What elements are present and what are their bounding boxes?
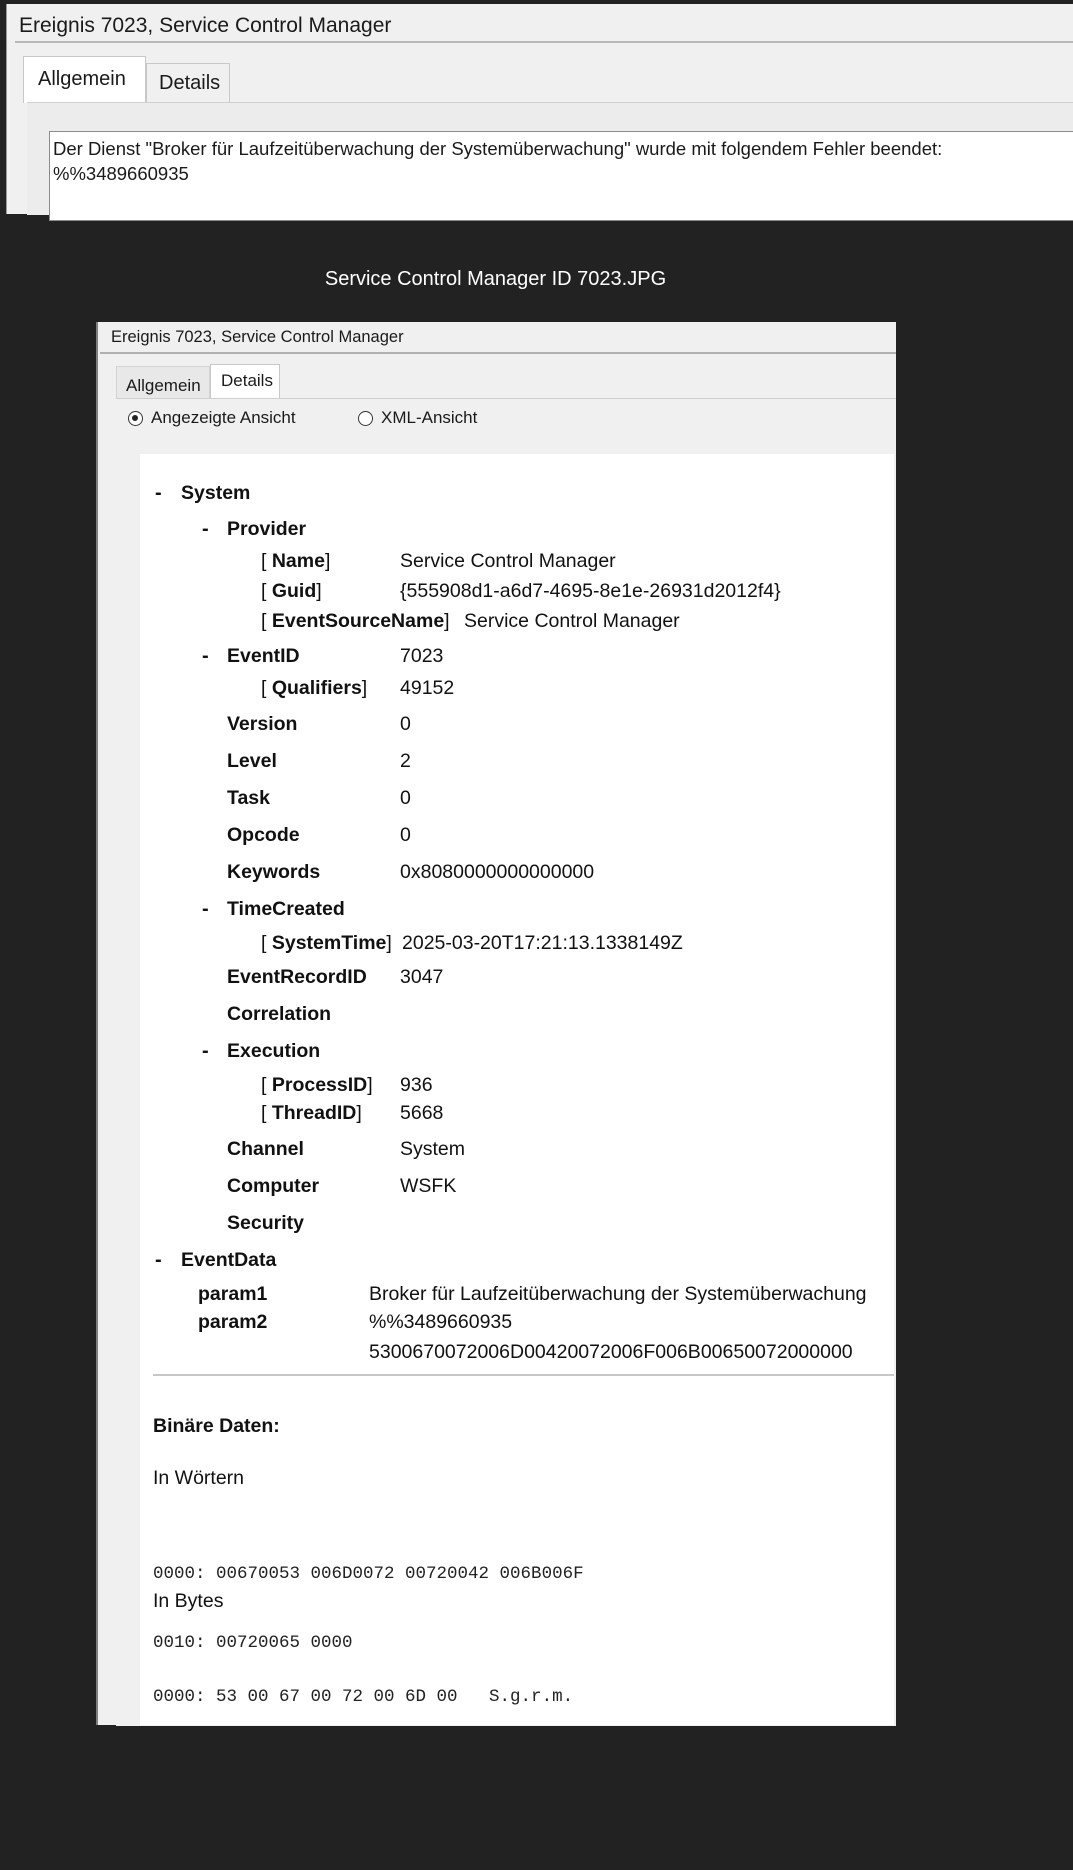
image-caption: Service Control Manager ID 7023.JPG [324, 268, 667, 290]
top-event-window: Ereignis 7023, Service Control Manager A… [6, 4, 1073, 221]
level-value: 2 [400, 750, 411, 772]
message-line: %%3489660935 [53, 163, 189, 184]
dump-line: 0008: 42 00 72 00 6F 00 6B 00 B.r.o.k. [153, 1756, 574, 1776]
field-task: Task [227, 787, 270, 809]
attr-qualifiers-value: 49152 [400, 677, 455, 699]
param1-value: Broker für Laufzeitüberwachung der Syste… [369, 1283, 867, 1305]
field-version: Version [227, 713, 298, 735]
field-correlation: Correlation [227, 1003, 332, 1025]
eventrecordid-value: 3047 [400, 966, 444, 988]
radio-option-xml-view[interactable]: XML-Ansicht [358, 408, 477, 428]
section-divider [153, 1374, 894, 1376]
radio-selected-icon[interactable] [128, 410, 143, 426]
bytes-dump: 0000: 53 00 67 00 72 00 6D 00 S.g.r.m. 0… [153, 1640, 573, 1870]
tree-node-eventid: EventID [227, 645, 300, 667]
attr-systemtime: [ SystemTime] [261, 932, 392, 954]
attr-systemtime-value: 2025-03-20T17:21:13.1338149Z [402, 932, 683, 954]
title-divider [100, 352, 896, 354]
bytes-label: In Bytes [153, 1590, 224, 1612]
window-title: Ereignis 7023, Service Control Manager [19, 14, 392, 37]
tree-node-timecreated: TimeCreated [227, 898, 345, 920]
title-divider [15, 41, 1073, 43]
field-security: Security [227, 1212, 304, 1234]
field-keywords: Keywords [227, 861, 321, 883]
attr-processid-value: 936 [400, 1074, 433, 1096]
tree-node-execution: Execution [227, 1040, 321, 1062]
version-value: 0 [400, 713, 411, 735]
tab-details[interactable]: Details [146, 63, 230, 103]
task-value: 0 [400, 787, 411, 809]
field-param2: param2 [198, 1311, 268, 1333]
field-opcode: Opcode [227, 824, 300, 846]
field-param1: param1 [198, 1283, 268, 1305]
attr-threadid-value: 5668 [400, 1102, 444, 1124]
dump-line: 0000: 53 00 67 00 72 00 6D 00 S.g.r.m. [153, 1687, 574, 1707]
collapse-toggle[interactable]: - [155, 482, 162, 505]
keywords-value: 0x8080000000000000 [400, 861, 595, 883]
radio-label: XML-Ansicht [381, 408, 478, 427]
collapse-toggle[interactable]: - [155, 1249, 162, 1272]
window-title: Ereignis 7023, Service Control Manager [111, 328, 404, 346]
attr-eventsourcename: [ EventSourceName] [261, 610, 450, 632]
collapse-toggle[interactable]: - [202, 518, 209, 541]
field-channel: Channel [227, 1138, 304, 1160]
channel-value: System [400, 1138, 466, 1160]
opcode-value: 0 [400, 824, 411, 846]
radio-option-displayed-view[interactable]: Angezeigte Ansicht [128, 408, 296, 428]
attr-threadid: [ ThreadID] [261, 1102, 362, 1124]
collapse-toggle[interactable]: - [202, 645, 209, 668]
binary-hex-value: 5300670072006D00420072006F006B0065007200… [369, 1341, 853, 1363]
attr-processid: [ ProcessID] [261, 1074, 373, 1096]
tree-node-eventdata: EventData [181, 1249, 277, 1271]
binary-data-heading: Binäre Daten: [153, 1415, 280, 1437]
eventid-value: 7023 [400, 645, 444, 667]
attr-qualifiers: [ Qualifiers] [261, 677, 368, 699]
tab-allgemein[interactable]: Allgemein [23, 56, 146, 103]
general-panel: Der Dienst "Broker für Laufzeitüberwachu… [27, 102, 1073, 221]
dump-line: 0010: 65 00 72 00 00 00 e.r... [153, 1825, 553, 1845]
collapse-toggle[interactable]: - [202, 1040, 209, 1063]
attr-guid: [ Guid] [261, 580, 322, 602]
tab-details[interactable]: Details [210, 364, 280, 398]
attr-guid-value: {555908d1-a6d7-4695-8e1e-26931d2012f4} [400, 580, 781, 602]
tree-node-provider: Provider [227, 518, 307, 540]
tree-node-system: System [181, 482, 251, 504]
message-line: Der Dienst "Broker für Laufzeitüberwachu… [53, 138, 943, 159]
computer-value: WSFK [400, 1175, 457, 1197]
param2-value: %%3489660935 [369, 1311, 513, 1333]
tab-allgemein[interactable]: Allgemein [116, 366, 210, 398]
attr-name: [ Name] [261, 550, 331, 572]
words-label: In Wörtern [153, 1467, 245, 1489]
collapse-toggle[interactable]: - [202, 898, 209, 921]
field-eventrecordid: EventRecordID [227, 966, 367, 988]
radio-unselected-icon[interactable] [358, 410, 373, 426]
attr-eventsourcename-value: Service Control Manager [464, 610, 680, 632]
dump-line: 0000: 00670053 006D0072 00720042 006B006… [153, 1564, 584, 1584]
field-computer: Computer [227, 1175, 320, 1197]
event-message-textbox[interactable]: Der Dienst "Broker für Laufzeitüberwachu… [49, 131, 1073, 221]
radio-label: Angezeigte Ansicht [151, 408, 296, 427]
field-level: Level [227, 750, 277, 772]
attr-name-value: Service Control Manager [400, 550, 616, 572]
